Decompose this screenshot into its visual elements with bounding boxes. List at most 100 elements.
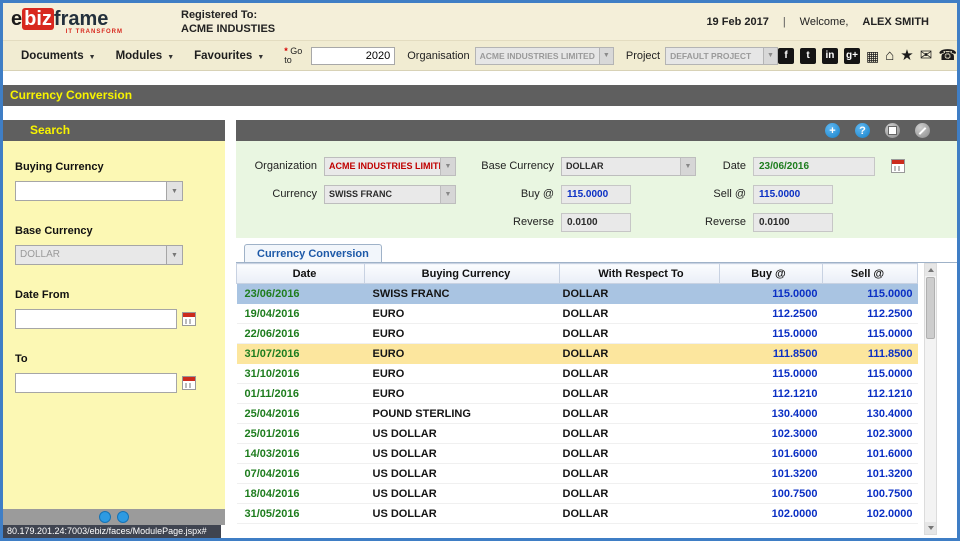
cell-sell[interactable]: 112.2500 bbox=[822, 303, 918, 324]
table-row[interactable]: 14/03/2016 US DOLLAR DOLLAR 101.6000 101.600… bbox=[236, 443, 918, 464]
header-buying-currency[interactable]: Buying Currency bbox=[364, 263, 560, 284]
cell-wrt[interactable]: DOLLAR bbox=[559, 483, 720, 504]
cell-date[interactable]: 22/06/2016 bbox=[236, 323, 365, 344]
scroll-up-icon[interactable] bbox=[925, 264, 936, 276]
cell-sell[interactable]: 111.8500 bbox=[822, 343, 918, 364]
table-row[interactable]: 22/06/2016 EURO DOLLAR 115.0000 115.0000 bbox=[236, 323, 918, 344]
cell-date[interactable]: 31/07/2016 bbox=[236, 343, 365, 364]
cell-buy[interactable]: 101.6000 bbox=[719, 443, 823, 464]
cell-sell[interactable]: 115.0000 bbox=[822, 363, 918, 384]
cell-currency[interactable]: US DOLLAR bbox=[364, 443, 560, 464]
app-logo[interactable]: e biz frame IT TRANSFORM bbox=[11, 7, 123, 35]
cell-buy[interactable]: 100.7500 bbox=[719, 483, 823, 504]
cell-sell[interactable]: 115.0000 bbox=[822, 323, 918, 344]
project-select[interactable]: DEFAULT PROJECT bbox=[665, 46, 778, 65]
cell-sell[interactable]: 102.3000 bbox=[822, 423, 918, 444]
cell-wrt[interactable]: DOLLAR bbox=[559, 383, 720, 404]
cell-date[interactable]: 23/06/2016 bbox=[236, 283, 365, 304]
calendar-icon[interactable] bbox=[182, 376, 196, 390]
cell-sell[interactable]: 115.0000 bbox=[822, 283, 918, 304]
cell-buy[interactable]: 101.3200 bbox=[719, 463, 823, 484]
calendar-icon[interactable] bbox=[182, 312, 196, 326]
table-row[interactable]: 18/04/2016 US DOLLAR DOLLAR 100.7500 100.750… bbox=[236, 483, 918, 504]
table-row[interactable]: 07/04/2016 US DOLLAR DOLLAR 101.3200 101.320… bbox=[236, 463, 918, 484]
header-date[interactable]: Date bbox=[236, 263, 365, 284]
date-from-input[interactable] bbox=[15, 309, 177, 329]
organization-select[interactable]: ACME INDUSTRIES LIMITED bbox=[324, 156, 456, 176]
cell-date[interactable]: 18/04/2016 bbox=[236, 483, 365, 504]
cell-sell[interactable]: 101.6000 bbox=[822, 443, 918, 464]
base-currency-select-main[interactable]: DOLLAR bbox=[561, 156, 696, 176]
apps-grid-icon[interactable]: ▦ bbox=[866, 48, 879, 64]
calendar-icon[interactable] bbox=[891, 159, 905, 173]
mail-icon[interactable]: ✉ bbox=[920, 47, 933, 64]
menu-favourites[interactable]: Favourites bbox=[184, 50, 274, 62]
cell-date[interactable]: 07/04/2016 bbox=[236, 463, 365, 484]
twitter-icon[interactable]: t bbox=[799, 47, 816, 64]
cell-buy[interactable]: 115.0000 bbox=[719, 363, 823, 384]
cell-date[interactable]: 01/11/2016 bbox=[236, 383, 365, 404]
tab-currency-conversion[interactable]: Currency Conversion bbox=[244, 244, 382, 262]
pager-prev-icon[interactable] bbox=[99, 511, 111, 523]
pager-next-icon[interactable] bbox=[117, 511, 129, 523]
cell-wrt[interactable]: DOLLAR bbox=[559, 423, 720, 444]
add-record-button[interactable]: + bbox=[825, 123, 840, 138]
cell-sell[interactable]: 102.0000 bbox=[822, 503, 918, 524]
cell-currency[interactable]: EURO bbox=[364, 343, 560, 364]
table-row[interactable]: 19/04/2016 EURO DOLLAR 112.2500 112.2500 bbox=[236, 303, 918, 324]
cell-date[interactable]: 31/10/2016 bbox=[236, 363, 365, 384]
cell-wrt[interactable]: DOLLAR bbox=[559, 403, 720, 424]
reverse-sell-input[interactable]: 0.0100 bbox=[753, 212, 833, 232]
cell-buy[interactable]: 115.0000 bbox=[719, 283, 823, 304]
header-buy[interactable]: Buy @ bbox=[719, 263, 823, 284]
header-sell[interactable]: Sell @ bbox=[822, 263, 918, 284]
cell-wrt[interactable]: DOLLAR bbox=[559, 443, 720, 464]
cell-wrt[interactable]: DOLLAR bbox=[559, 463, 720, 484]
cell-wrt[interactable]: DOLLAR bbox=[559, 283, 720, 304]
facebook-icon[interactable]: f bbox=[777, 47, 794, 64]
cell-wrt[interactable]: DOLLAR bbox=[559, 343, 720, 364]
cell-buy[interactable]: 112.2500 bbox=[719, 303, 823, 324]
scroll-thumb[interactable] bbox=[926, 277, 935, 339]
cell-buy[interactable]: 111.8500 bbox=[719, 343, 823, 364]
date-to-input[interactable] bbox=[15, 373, 177, 393]
cell-wrt[interactable]: DOLLAR bbox=[559, 323, 720, 344]
cell-currency[interactable]: POUND STERLING bbox=[364, 403, 560, 424]
table-row[interactable]: 31/07/2016 EURO DOLLAR 111.8500 111.8500 bbox=[236, 343, 918, 364]
cell-date[interactable]: 25/01/2016 bbox=[236, 423, 365, 444]
star-icon[interactable]: ★ bbox=[900, 47, 913, 64]
vertical-scrollbar[interactable] bbox=[924, 263, 937, 535]
reverse-buy-input[interactable]: 0.0100 bbox=[561, 212, 631, 232]
cell-date[interactable]: 25/04/2016 bbox=[236, 403, 365, 424]
table-row[interactable]: 25/01/2016 US DOLLAR DOLLAR 102.3000 102.300… bbox=[236, 423, 918, 444]
linkedin-icon[interactable]: in bbox=[821, 47, 838, 64]
user-name[interactable]: ALEX SMITH bbox=[862, 16, 929, 28]
cell-wrt[interactable]: DOLLAR bbox=[559, 363, 720, 384]
help-button[interactable]: ? bbox=[855, 123, 870, 138]
buy-input[interactable]: 115.0000 bbox=[561, 184, 631, 204]
googleplus-icon[interactable]: g+ bbox=[843, 47, 860, 64]
table-row[interactable]: 31/05/2016 US DOLLAR DOLLAR 102.0000 102.000… bbox=[236, 503, 918, 524]
buying-currency-select[interactable] bbox=[15, 181, 183, 201]
cell-currency[interactable]: US DOLLAR bbox=[364, 503, 560, 524]
goto-input[interactable] bbox=[311, 46, 396, 65]
cell-currency[interactable]: EURO bbox=[364, 383, 560, 404]
cell-date[interactable]: 19/04/2016 bbox=[236, 303, 365, 324]
cell-sell[interactable]: 130.4000 bbox=[822, 403, 918, 424]
menu-documents[interactable]: Documents bbox=[11, 50, 106, 62]
cell-currency[interactable]: SWISS FRANC bbox=[364, 283, 560, 304]
header-with-respect-to[interactable]: With Respect To bbox=[559, 263, 720, 284]
cell-currency[interactable]: US DOLLAR bbox=[364, 463, 560, 484]
save-button[interactable] bbox=[885, 123, 900, 138]
cell-currency[interactable]: EURO bbox=[364, 363, 560, 384]
cell-date[interactable]: 14/03/2016 bbox=[236, 443, 365, 464]
cell-wrt[interactable]: DOLLAR bbox=[559, 503, 720, 524]
menu-modules[interactable]: Modules bbox=[106, 50, 185, 62]
clear-button[interactable] bbox=[915, 123, 930, 138]
cell-currency[interactable]: EURO bbox=[364, 323, 560, 344]
cell-currency[interactable]: EURO bbox=[364, 303, 560, 324]
table-row[interactable]: 01/11/2016 EURO DOLLAR 112.1210 112.1210 bbox=[236, 383, 918, 404]
cell-currency[interactable]: US DOLLAR bbox=[364, 483, 560, 504]
organisation-select[interactable]: ACME INDUSTRIES LIMITED bbox=[474, 46, 614, 65]
cell-buy[interactable]: 130.4000 bbox=[719, 403, 823, 424]
